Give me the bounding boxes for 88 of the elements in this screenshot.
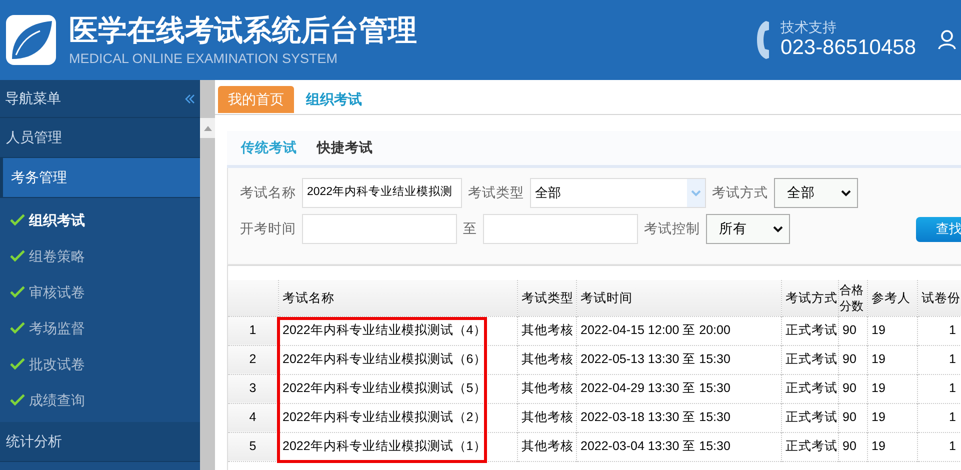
table-cell: 其他考核 bbox=[517, 345, 576, 374]
exam-mode-select[interactable]: 全部 bbox=[774, 178, 858, 208]
table-cell: 其他考核 bbox=[517, 403, 576, 432]
system-subtitle: MEDICAL ONLINE EXAMINATION SYSTEM bbox=[69, 50, 339, 66]
sidebar-item[interactable]: 人员管理 bbox=[0, 118, 200, 158]
column-header[interactable]: 合格分数 bbox=[838, 280, 867, 316]
field-label: 考试名称 bbox=[240, 184, 296, 202]
start-date-field[interactable] bbox=[302, 214, 457, 244]
row-number: 4 bbox=[228, 403, 278, 432]
support-phone: 023-86510458 bbox=[780, 35, 916, 61]
chevron-down-icon bbox=[691, 190, 701, 196]
column-header[interactable]: 参考人 bbox=[867, 280, 917, 316]
column-header[interactable]: 考试时间 bbox=[576, 280, 781, 316]
table-cell: 1 bbox=[917, 374, 961, 403]
sidebar-title: 导航菜单 bbox=[5, 89, 61, 108]
table-cell: 正式考试 bbox=[781, 345, 838, 374]
submenu-item[interactable]: 成绩查询 bbox=[29, 390, 85, 410]
phone-icon bbox=[756, 20, 770, 60]
table-cell: 正式考试 bbox=[781, 403, 838, 432]
exam-type-combobox[interactable]: 全部 bbox=[530, 178, 706, 208]
field-label: 考试方式 bbox=[712, 184, 768, 202]
checkmark-icon bbox=[10, 214, 25, 226]
field-label: 开考时间 bbox=[240, 220, 296, 238]
table-cell: 2022年内科专业结业模拟测试（1） bbox=[278, 432, 517, 461]
table-cell: 2022年内科专业结业模拟测试（2） bbox=[278, 403, 517, 432]
table-cell: 2022年内科专业结业模拟测试（5） bbox=[278, 374, 517, 403]
sidebar-item[interactable]: 统计分析 bbox=[0, 422, 200, 462]
submenu-item[interactable]: 组卷策略 bbox=[29, 246, 85, 266]
table-cell: 90 bbox=[838, 432, 867, 461]
table-cell: 90 bbox=[838, 403, 867, 432]
field-label: 考试控制 bbox=[644, 220, 700, 238]
table-cell: 其他考核 bbox=[517, 432, 576, 461]
table-cell: 19 bbox=[867, 316, 917, 345]
table-cell: 90 bbox=[838, 345, 867, 374]
table-cell: 正式考试 bbox=[781, 432, 838, 461]
table-cell: 其他考核 bbox=[517, 316, 576, 345]
submenu-item[interactable]: 批改试卷 bbox=[29, 354, 85, 374]
row-number: 3 bbox=[228, 374, 278, 403]
row-number: 2 bbox=[228, 345, 278, 374]
column-header[interactable]: 考试方式 bbox=[781, 280, 838, 316]
checkmark-icon bbox=[10, 286, 25, 298]
collapse-icon[interactable] bbox=[185, 94, 195, 104]
table-cell: 正式考试 bbox=[781, 374, 838, 403]
submenu-item[interactable]: 审核试卷 bbox=[29, 282, 85, 302]
scroll-up-icon[interactable] bbox=[204, 126, 212, 130]
exam-control-select[interactable]: 所有 bbox=[706, 214, 790, 244]
table-cell: 1 bbox=[917, 345, 961, 374]
column-header[interactable]: 考试名称 bbox=[278, 280, 517, 316]
exam-type-tab[interactable]: 快捷考试 bbox=[317, 138, 373, 158]
chevron-down-icon bbox=[841, 190, 851, 196]
leaf-logo-icon bbox=[6, 15, 56, 65]
field-label: 考试类型 bbox=[468, 184, 524, 202]
table-cell: 19 bbox=[867, 374, 917, 403]
row-number: 1 bbox=[228, 316, 278, 345]
chevron-down-icon bbox=[773, 226, 783, 232]
table-cell: 1 bbox=[917, 432, 961, 461]
table-cell: 2022-03-04 13:30 至 15:30 bbox=[576, 432, 781, 461]
table-cell: 2022-05-13 13:30 至 15:30 bbox=[576, 345, 781, 374]
table-cell: 90 bbox=[838, 316, 867, 345]
table-cell: 2022-04-15 12:00 至 20:00 bbox=[576, 316, 781, 345]
user-icon[interactable] bbox=[938, 30, 956, 50]
table-cell: 2022年内科专业结业模拟测试（6） bbox=[278, 345, 517, 374]
table-cell: 2022-04-29 13:30 至 15:30 bbox=[576, 374, 781, 403]
row-number: 5 bbox=[228, 432, 278, 461]
field-label: 至 bbox=[463, 220, 477, 238]
column-header[interactable]: 试卷份 bbox=[917, 280, 961, 316]
table-cell: 90 bbox=[838, 374, 867, 403]
end-date-field[interactable] bbox=[483, 214, 638, 244]
checkmark-icon bbox=[10, 394, 25, 406]
exam-name-field[interactable]: 2022年内科专业结业模拟测 bbox=[302, 178, 462, 208]
table-cell: 19 bbox=[867, 432, 917, 461]
submenu-item[interactable]: 组织考试 bbox=[29, 210, 85, 230]
table-cell: 1 bbox=[917, 403, 961, 432]
column-header[interactable]: 考试类型 bbox=[517, 280, 576, 316]
table-cell: 2022年内科专业结业模拟测试（4） bbox=[278, 316, 517, 345]
support-label: 技术支持 bbox=[780, 19, 838, 35]
checkmark-icon bbox=[10, 250, 25, 262]
table-cell: 2022-03-18 13:30 至 15:30 bbox=[576, 403, 781, 432]
table-cell: 19 bbox=[867, 345, 917, 374]
table-cell: 1 bbox=[917, 316, 961, 345]
checkmark-icon bbox=[10, 358, 25, 370]
table-cell: 其他考核 bbox=[517, 374, 576, 403]
table-cell: 正式考试 bbox=[781, 316, 838, 345]
table-cell: 19 bbox=[867, 403, 917, 432]
checkmark-icon bbox=[10, 322, 25, 334]
sidebar-item[interactable]: 考务管理 bbox=[0, 158, 200, 198]
submenu-item[interactable]: 考场监督 bbox=[29, 318, 85, 338]
system-title: 医学在线考试系统后台管理 bbox=[69, 14, 417, 48]
